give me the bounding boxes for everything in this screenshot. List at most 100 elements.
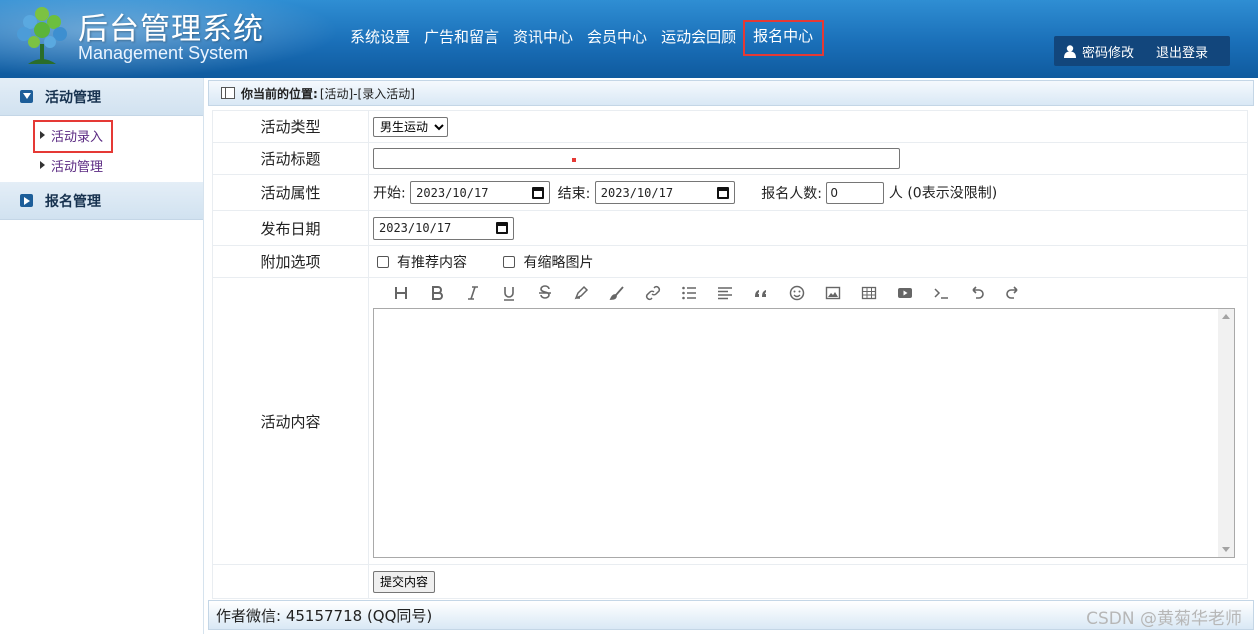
system-subtitle: Management System	[78, 43, 249, 63]
content-editor-textarea[interactable]	[373, 308, 1235, 558]
options-label: 附加选项	[212, 245, 369, 278]
thumbnail-checkbox[interactable]	[503, 255, 516, 268]
activity-title-input[interactable]	[373, 148, 900, 169]
emoji-icon[interactable]	[779, 282, 815, 304]
submit-button[interactable]: 提交内容	[373, 570, 436, 593]
attr-cell: 开始: 2023/10/17 结束: 2023/10/17 报名人数: 0 人 …	[368, 174, 1248, 211]
form-row-options: 附加选项 有推荐内容 有缩略图片	[212, 245, 1248, 278]
sidebar-section-activity[interactable]: 活动管理	[0, 78, 203, 116]
system-title: 后台管理系统	[78, 12, 264, 47]
main-content: 你当前的位置: [活动]-[录入活动] 活动类型 男生运动 活动标题 活动属性	[208, 80, 1254, 630]
link-icon[interactable]	[635, 282, 671, 304]
footer-text: 作者微信: 45157718 (QQ同号)	[216, 606, 433, 625]
form-row-submit: 提交内容	[212, 564, 1248, 599]
breadcrumb: 你当前的位置: [活动]-[录入活动]	[208, 80, 1254, 106]
recommend-checkbox[interactable]	[377, 255, 389, 268]
recommend-label: 有推荐内容	[397, 254, 467, 271]
scroll-up-icon[interactable]	[1222, 314, 1230, 319]
heading-icon[interactable]	[383, 282, 419, 304]
form-row-type: 活动类型 男生运动	[212, 110, 1248, 143]
breadcrumb-label: 你当前的位置:	[241, 86, 318, 101]
highlighter-icon[interactable]	[563, 282, 599, 304]
panel-icon	[221, 87, 235, 99]
logo-tree-icon	[17, 7, 67, 64]
calendar-icon[interactable]	[532, 186, 545, 199]
nav-member-center[interactable]: 会员中心	[580, 22, 654, 54]
sidebar-section-signup[interactable]: 报名管理	[0, 182, 203, 220]
form-row-attributes: 活动属性 开始: 2023/10/17 结束: 2023/10/17 报名人数:…	[212, 174, 1248, 211]
end-date-value: 2023/10/17	[600, 185, 674, 200]
brush-icon[interactable]	[599, 282, 635, 304]
sidebar-item-label: 活动管理	[51, 159, 104, 175]
nav-ads-messages[interactable]: 广告和留言	[417, 22, 506, 54]
change-password-label: 密码修改	[1082, 45, 1135, 61]
scroll-down-icon[interactable]	[1222, 547, 1230, 552]
publish-date-label: 发布日期	[212, 210, 369, 246]
bullet-triangle-icon	[40, 161, 45, 169]
nav-sports-review[interactable]: 运动会回顾	[654, 22, 743, 54]
end-label: 结束:	[557, 185, 591, 202]
sidebar-activity-items: 活动录入 活动管理	[0, 116, 203, 182]
video-icon[interactable]	[887, 282, 923, 304]
redo-icon[interactable]	[995, 282, 1031, 304]
expand-icon	[20, 194, 33, 207]
editor-scrollbar[interactable]	[1218, 309, 1234, 557]
sidebar-item-activity-entry[interactable]: 活动录入	[0, 120, 203, 153]
code-icon[interactable]	[923, 282, 959, 304]
bold-icon[interactable]	[419, 282, 455, 304]
start-label: 开始:	[373, 185, 406, 202]
underline-icon[interactable]	[491, 282, 527, 304]
sidebar-section-label: 活动管理	[45, 89, 101, 106]
sidebar: 活动管理 活动录入 活动管理 报名管理	[0, 78, 204, 634]
sidebar-item-activity-manage[interactable]: 活动管理	[0, 150, 203, 180]
signup-count-input[interactable]: 0	[826, 181, 885, 204]
start-date-value: 2023/10/17	[416, 185, 489, 200]
publish-date-value: 2023/10/17	[379, 221, 452, 235]
publish-date-cell: 2023/10/17	[368, 210, 1248, 246]
logout-link[interactable]: 退出登录	[1156, 42, 1208, 61]
sidebar-section-label: 报名管理	[45, 193, 101, 210]
list-icon[interactable]	[671, 282, 707, 304]
publish-date-input[interactable]: 2023/10/17	[373, 216, 514, 240]
content-label: 活动内容	[212, 277, 369, 565]
table-icon[interactable]	[851, 282, 887, 304]
calendar-icon[interactable]	[716, 186, 729, 199]
options-cell: 有推荐内容 有缩略图片	[368, 245, 1248, 278]
collapse-icon	[20, 90, 33, 103]
submit-label-cell	[212, 564, 369, 599]
editor-toolbar	[373, 278, 1247, 308]
form-row-title: 活动标题	[212, 142, 1248, 175]
title-label: 活动标题	[212, 142, 369, 175]
italic-icon[interactable]	[455, 282, 491, 304]
signup-suffix: 人 (0表示没限制)	[888, 185, 998, 202]
title-cell	[368, 142, 1248, 175]
activity-form: 活动类型 男生运动 活动标题 活动属性 开始: 2023/10/17 结束: 2…	[212, 110, 1248, 599]
nav-news-center[interactable]: 资讯中心	[506, 22, 580, 54]
nav-signup-center[interactable]: 报名中心	[743, 20, 825, 56]
submit-cell: 提交内容	[368, 564, 1248, 599]
content-cell	[368, 277, 1248, 565]
user-icon	[1064, 44, 1076, 58]
nav-system-settings[interactable]: 系统设置	[343, 22, 417, 54]
attr-label: 活动属性	[212, 174, 369, 211]
type-label: 活动类型	[212, 110, 369, 143]
calendar-icon[interactable]	[496, 222, 508, 234]
end-date-input[interactable]: 2023/10/17	[594, 181, 735, 204]
strikethrough-icon[interactable]	[527, 282, 563, 304]
change-password-link[interactable]: 密码修改	[1064, 42, 1134, 61]
breadcrumb-path: [活动]-[录入活动]	[319, 86, 415, 101]
thumbnail-label: 有缩略图片	[523, 254, 594, 271]
watermark: CSDN @黄菊华老师	[1086, 609, 1242, 629]
cursor-marker	[572, 158, 576, 162]
highlight-box	[33, 120, 113, 153]
activity-type-select[interactable]: 男生运动	[373, 116, 448, 137]
form-row-content: 活动内容	[212, 277, 1248, 565]
quote-icon[interactable]	[743, 282, 779, 304]
start-date-input[interactable]: 2023/10/17	[410, 181, 551, 204]
type-cell: 男生运动	[368, 110, 1248, 143]
user-actions: 密码修改 退出登录	[1054, 36, 1230, 66]
signup-label: 报名人数:	[761, 185, 822, 202]
undo-icon[interactable]	[959, 282, 995, 304]
image-icon[interactable]	[815, 282, 851, 304]
align-icon[interactable]	[707, 282, 743, 304]
